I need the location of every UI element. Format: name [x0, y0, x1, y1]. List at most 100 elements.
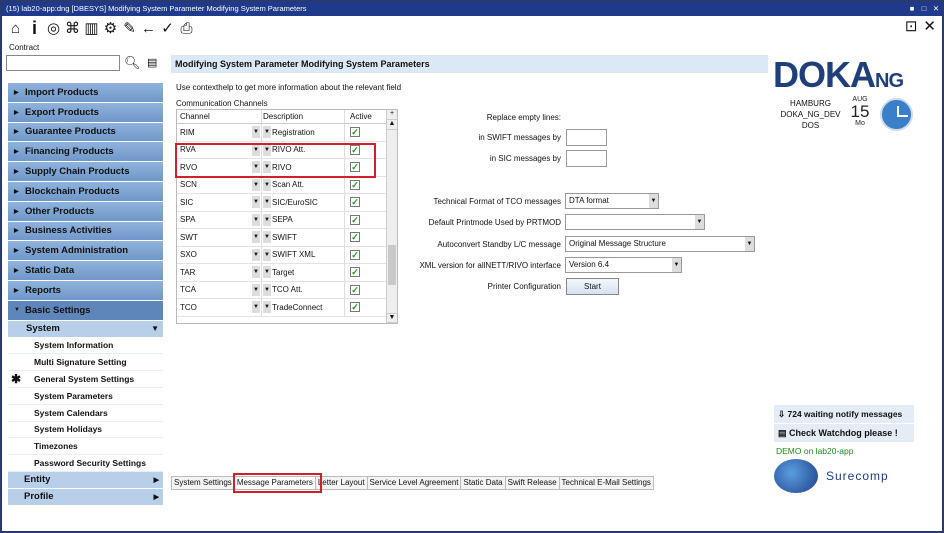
- chevron-down-icon[interactable]: ▼: [263, 248, 271, 261]
- search-icon[interactable]: 🔍︎: [124, 55, 141, 71]
- tab-letter-layout[interactable]: Letter Layout: [314, 476, 368, 490]
- table-row[interactable]: SXO ▼ ▼ SWIFT XML ✓: [177, 246, 397, 264]
- nav-system-calendars[interactable]: System Calendars: [8, 405, 163, 422]
- chevron-down-icon[interactable]: ▼: [252, 126, 260, 139]
- active-checkbox[interactable]: ✓: [350, 267, 360, 278]
- tab-system-settings[interactable]: System Settings: [171, 476, 235, 490]
- start-button[interactable]: Start: [566, 278, 619, 295]
- active-checkbox[interactable]: ✓: [350, 284, 360, 295]
- nav-blockchain-products[interactable]: ▶ Blockchain Products: [8, 181, 163, 202]
- watchdog-warning[interactable]: ▤ Check Watchdog please !: [774, 424, 914, 442]
- table-row[interactable]: RIM ▼ ▼ Registration ✓: [177, 124, 397, 142]
- chevron-down-icon[interactable]: ▼: [263, 213, 271, 226]
- nav-timezones[interactable]: Timezones: [8, 438, 163, 456]
- channel-cell[interactable]: SPA ▼: [177, 211, 262, 228]
- document-icon[interactable]: ▤: [147, 56, 157, 69]
- tab-technical-email-settings[interactable]: Technical E-Mail Settings: [558, 476, 654, 490]
- column-description[interactable]: Description: [262, 110, 345, 123]
- chevron-down-icon[interactable]: ▼: [252, 266, 260, 279]
- chevron-down-icon[interactable]: ▼: [252, 178, 260, 191]
- close-app-icon[interactable]: ✕: [923, 17, 936, 35]
- target-icon[interactable]: ◎: [44, 18, 63, 38]
- active-checkbox[interactable]: ✓: [350, 179, 360, 190]
- channel-cell[interactable]: RIM ▼: [177, 124, 262, 141]
- description-cell[interactable]: ▼ SWIFT: [262, 229, 345, 246]
- nav-password-security-settings[interactable]: Password Security Settings: [8, 455, 163, 472]
- swift-replace-input[interactable]: [566, 129, 607, 146]
- chevron-down-icon[interactable]: ▼: [252, 196, 260, 209]
- close-icon[interactable]: ✕: [930, 2, 942, 16]
- channel-cell[interactable]: SXO ▼: [177, 246, 262, 263]
- tree-icon[interactable]: ⌘: [63, 18, 82, 38]
- chevron-down-icon[interactable]: ▼: [263, 301, 271, 314]
- channel-cell[interactable]: SIC ▼: [177, 194, 262, 211]
- description-cell[interactable]: ▼ Target: [262, 264, 345, 281]
- chevron-down-icon[interactable]: ▼: [263, 231, 271, 244]
- table-row[interactable]: SPA ▼ ▼ SEPA ✓: [177, 211, 397, 229]
- chevron-down-icon[interactable]: ▼: [263, 126, 271, 139]
- nav-system-holidays[interactable]: System Holidays: [8, 422, 163, 439]
- nav-entity[interactable]: Entity ▶: [8, 471, 163, 489]
- table-row[interactable]: TAR ▼ ▼ Target ✓: [177, 264, 397, 282]
- home-icon[interactable]: ⌂: [6, 18, 25, 38]
- contract-input[interactable]: [6, 55, 120, 71]
- nav-supply-chain-products[interactable]: ▶ Supply Chain Products: [8, 162, 163, 182]
- active-checkbox[interactable]: ✓: [350, 214, 360, 225]
- chevron-down-icon[interactable]: ▼: [252, 248, 260, 261]
- table-row[interactable]: TCO ▼ ▼ TradeConnect ✓: [177, 299, 397, 317]
- chevron-down-icon[interactable]: ▼: [252, 213, 260, 226]
- chevron-down-icon[interactable]: ▼: [252, 231, 260, 244]
- nav-guarantee-products[interactable]: ▶ Guarantee Products: [8, 122, 163, 143]
- nav-other-products[interactable]: ▶ Other Products: [8, 201, 163, 222]
- nav-multi-signature-setting[interactable]: Multi Signature Setting: [8, 354, 163, 372]
- nav-import-products[interactable]: ▶ Import Products: [8, 83, 163, 103]
- table-row[interactable]: SCN ▼ ▼ Scan Att. ✓: [177, 176, 397, 194]
- chevron-down-icon[interactable]: ▼: [263, 196, 271, 209]
- check-icon[interactable]: ✓: [158, 18, 177, 38]
- chevron-down-icon[interactable]: ▼: [252, 283, 260, 296]
- notify-messages[interactable]: ⇩ 724 waiting notify messages: [774, 405, 914, 423]
- nav-financing-products[interactable]: ▶ Financing Products: [8, 142, 163, 163]
- nav-export-products[interactable]: ▶ Export Products: [8, 102, 163, 123]
- channel-cell[interactable]: TCA ▼: [177, 281, 262, 298]
- nav-system-administration[interactable]: ▶ System Administration: [8, 241, 163, 262]
- channel-cell[interactable]: SCN ▼: [177, 176, 262, 193]
- edit-icon[interactable]: ✎: [120, 18, 139, 38]
- channel-cell[interactable]: TAR ▼: [177, 264, 262, 281]
- book-icon[interactable]: ▥: [82, 18, 101, 38]
- printmode-select[interactable]: ▼: [565, 214, 705, 230]
- channel-cell[interactable]: TCO ▼: [177, 299, 262, 316]
- sic-replace-input[interactable]: [566, 150, 607, 167]
- nav-basic-settings[interactable]: ▼ Basic Settings: [8, 300, 163, 321]
- table-row[interactable]: SWT ▼ ▼ SWIFT ✓: [177, 229, 397, 247]
- description-cell[interactable]: ▼ SIC/EuroSIC: [262, 194, 345, 211]
- tech-format-select[interactable]: DTA format ▼: [565, 193, 659, 209]
- chevron-down-icon[interactable]: ▼: [263, 178, 271, 191]
- column-channel[interactable]: Channel: [177, 110, 262, 123]
- nav-general-system-settings[interactable]: ✱ General System Settings: [8, 371, 163, 388]
- nav-business-activities[interactable]: ▶ Business Activities: [8, 221, 163, 242]
- active-checkbox[interactable]: ✓: [350, 232, 360, 243]
- back-icon[interactable]: ←: [139, 18, 158, 38]
- table-row[interactable]: TCA ▼ ▼ TCO Att. ✓: [177, 281, 397, 299]
- maximize-icon[interactable]: □: [918, 2, 930, 16]
- window-mode-icon[interactable]: ⊡: [905, 17, 918, 35]
- tab-static-data[interactable]: Static Data: [460, 476, 506, 490]
- active-checkbox[interactable]: ✓: [350, 127, 360, 138]
- scroll-down-icon[interactable]: ▼: [387, 313, 397, 323]
- active-checkbox[interactable]: ✓: [350, 197, 360, 208]
- nav-static-data[interactable]: ▶ Static Data: [8, 261, 163, 281]
- autoconvert-select[interactable]: Original Message Structure ▼: [565, 236, 755, 252]
- description-cell[interactable]: ▼ TCO Att.: [262, 281, 345, 298]
- nav-system[interactable]: System ▼: [8, 320, 163, 338]
- chevron-down-icon[interactable]: ▼: [263, 283, 271, 296]
- nav-profile[interactable]: Profile ▶: [8, 488, 163, 506]
- tab-swift-release[interactable]: Swift Release: [504, 476, 560, 490]
- description-cell[interactable]: ▼ Scan Att.: [262, 176, 345, 193]
- description-cell[interactable]: ▼ Registration: [262, 124, 345, 141]
- print-icon[interactable]: ⎙: [177, 18, 196, 38]
- minimize-icon[interactable]: ■: [906, 2, 918, 16]
- description-cell[interactable]: ▼ SEPA: [262, 211, 345, 228]
- active-checkbox[interactable]: ✓: [350, 302, 360, 313]
- description-cell[interactable]: ▼ SWIFT XML: [262, 246, 345, 263]
